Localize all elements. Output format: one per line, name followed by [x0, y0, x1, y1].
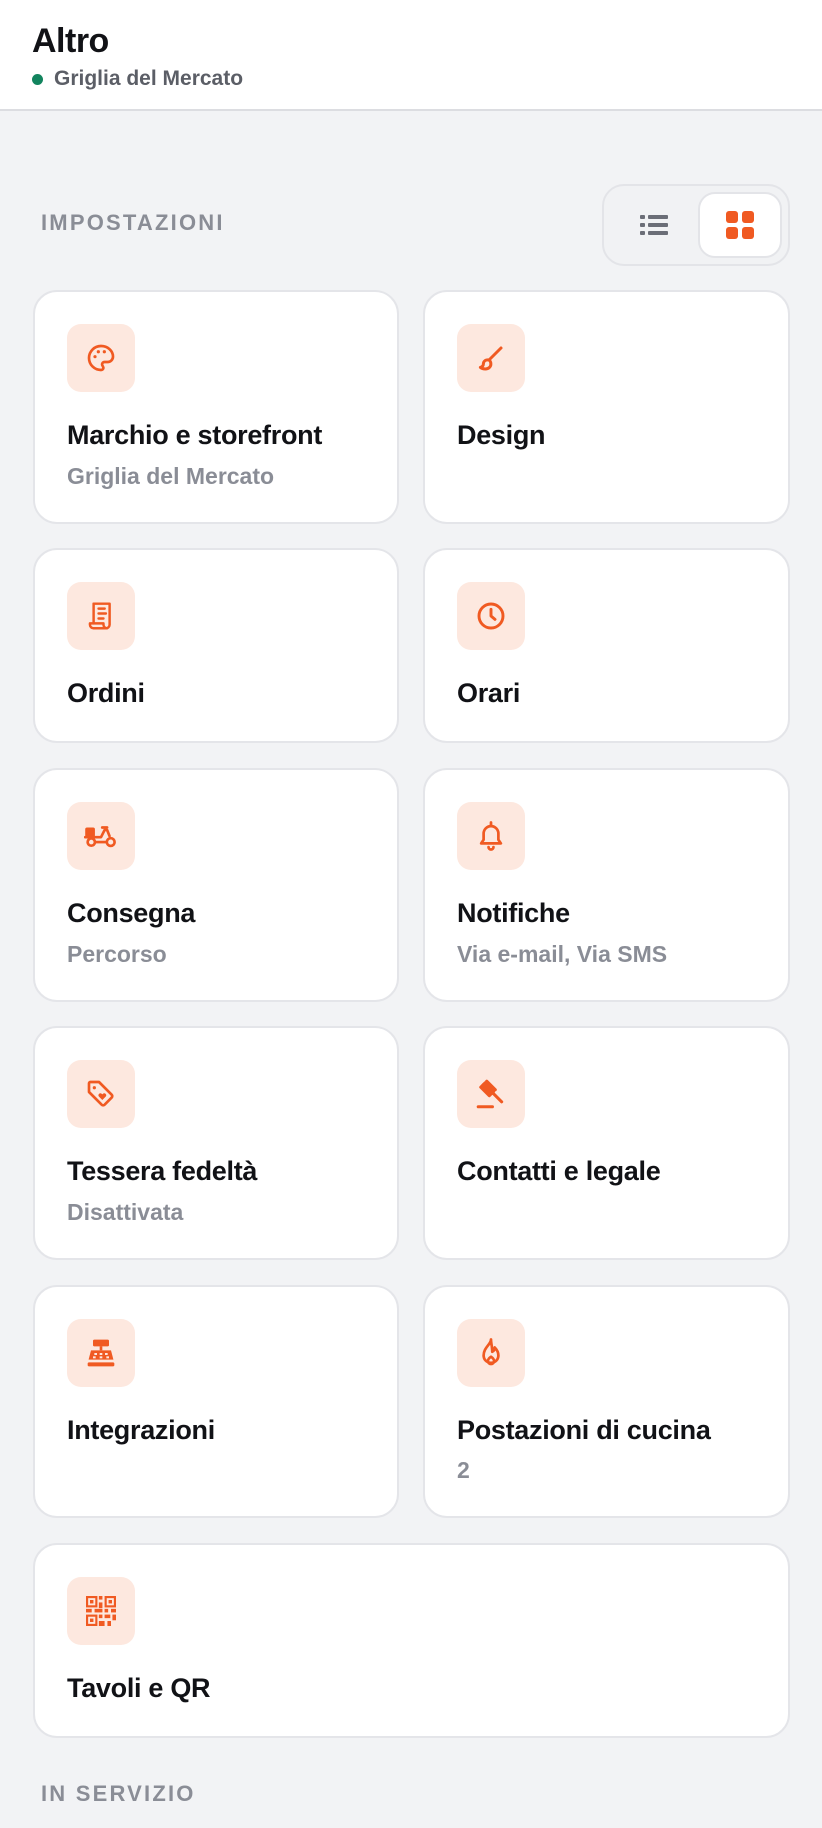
settings-card-hours[interactable]: Orari — [423, 548, 790, 743]
card-title: Orari — [457, 678, 521, 708]
card-icon-box — [67, 1060, 135, 1128]
settings-card-brand[interactable]: Marchio e storefront Griglia del Mercato — [33, 290, 399, 524]
card-title: Postazioni di cucina — [457, 1415, 711, 1445]
receipt-icon — [86, 600, 116, 632]
card-icon-box — [67, 1319, 135, 1387]
settings-card-loyalty[interactable]: Tessera fedeltà Disattivata — [33, 1026, 399, 1260]
tag-heart-icon — [85, 1078, 117, 1110]
clock-icon — [475, 600, 507, 632]
settings-card-contacts-legal[interactable]: Contatti e legale — [423, 1026, 790, 1260]
list-icon — [640, 214, 668, 236]
card-title: Tavoli e QR — [67, 1673, 211, 1703]
page-title: Altro — [32, 22, 109, 60]
section-label-in-service: IN SERVIZIO — [41, 1781, 196, 1806]
card-icon-box — [67, 324, 135, 392]
store-name: Griglia del Mercato — [54, 67, 244, 90]
status-dot-icon — [32, 73, 43, 85]
card-title: Consegna — [67, 898, 196, 928]
cash-register-icon — [85, 1338, 117, 1368]
card-icon-box — [67, 802, 135, 870]
card-icon-box — [457, 802, 525, 870]
card-icon-box — [457, 324, 525, 392]
qr-code-icon — [86, 1596, 116, 1626]
list-view-button[interactable] — [612, 192, 696, 258]
card-title: Design — [457, 420, 546, 450]
card-title: Marchio e storefront — [67, 420, 323, 450]
card-title: Notifiche — [457, 898, 570, 928]
app-header: Altro Griglia del Mercato — [0, 0, 822, 111]
card-title: Ordini — [67, 678, 145, 708]
settings-card-design[interactable]: Design — [423, 290, 790, 524]
settings-card-tables-qr[interactable]: Tavoli e QR — [33, 1543, 790, 1738]
section-label-settings: IMPOSTAZIONI — [41, 210, 225, 235]
grid-view-button[interactable] — [698, 192, 782, 258]
flame-icon — [477, 1337, 505, 1369]
card-subtitle: Disattivata — [67, 1199, 184, 1225]
card-title: Integrazioni — [67, 1415, 215, 1445]
settings-card-orders[interactable]: Ordini — [33, 548, 399, 743]
brush-icon — [476, 343, 506, 373]
view-toggle — [602, 184, 790, 266]
card-subtitle: Percorso — [67, 941, 167, 967]
grid-icon — [726, 211, 754, 239]
settings-card-integrations[interactable]: Integrazioni — [33, 1285, 399, 1518]
settings-card-delivery[interactable]: Consegna Percorso — [33, 768, 399, 1002]
card-icon-box — [457, 1319, 525, 1387]
card-subtitle: Griglia del Mercato — [67, 463, 275, 489]
card-title: Contatti e legale — [457, 1156, 661, 1186]
card-icon-box — [67, 1577, 135, 1645]
scooter-icon — [84, 822, 118, 850]
store-status: Griglia del Mercato — [32, 67, 243, 91]
gavel-icon — [474, 1077, 508, 1111]
card-icon-box — [457, 1060, 525, 1128]
palette-icon — [85, 342, 117, 374]
settings-card-notifications[interactable]: Notifiche Via e-mail, Via SMS — [423, 768, 790, 1002]
card-icon-box — [457, 582, 525, 650]
card-icon-box — [67, 582, 135, 650]
card-subtitle: 2 — [457, 1457, 470, 1483]
settings-card-kitchen-stations[interactable]: Postazioni di cucina 2 — [423, 1285, 790, 1518]
card-title: Tessera fedeltà — [67, 1156, 258, 1186]
bell-icon — [476, 820, 506, 852]
card-subtitle: Via e-mail, Via SMS — [457, 941, 668, 967]
